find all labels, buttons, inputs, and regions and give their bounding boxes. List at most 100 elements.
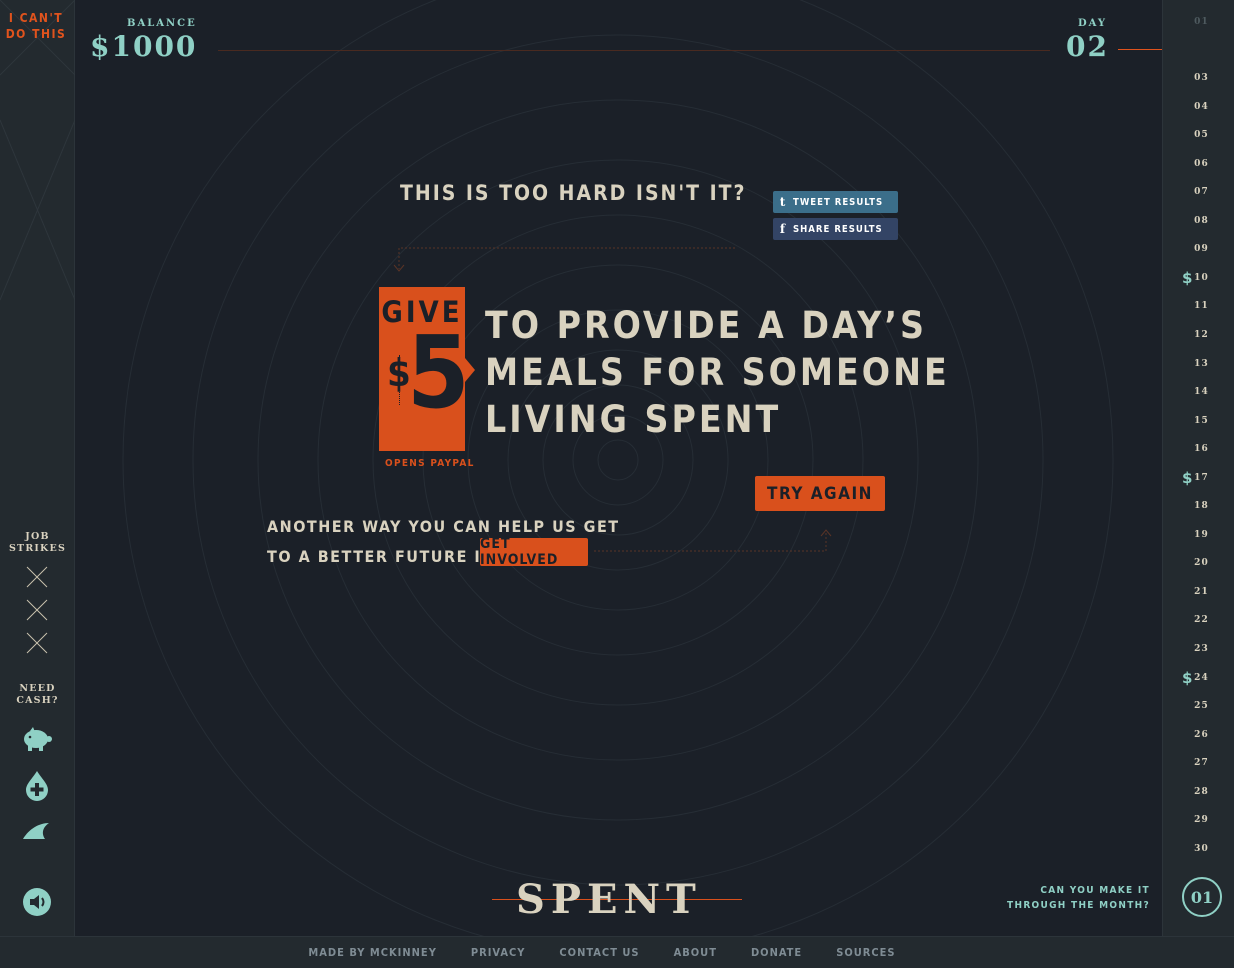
day-item-22: 22	[1163, 610, 1234, 630]
quit-button[interactable]: I CAN'T DO THIS	[0, 10, 72, 42]
day-number: 14	[1194, 387, 1209, 398]
footer-link-made-by[interactable]: MADE BY MCKINNEY	[308, 946, 436, 959]
day-number: 25	[1194, 701, 1209, 712]
day-item-05: 05	[1163, 125, 1234, 145]
day-item-01: 01	[1163, 12, 1234, 32]
connector-dotted-line-2	[594, 529, 832, 552]
day-number: 23	[1194, 644, 1209, 654]
day-number: 22	[1194, 615, 1209, 626]
day-item-07: 07	[1163, 182, 1234, 202]
day-number: 21	[1194, 586, 1209, 597]
can-you-line1: CAN YOU MAKE IT	[1040, 885, 1150, 896]
footer-link-donate[interactable]: DONATE	[751, 946, 802, 959]
day-number: 19	[1194, 529, 1209, 540]
day-number: 18	[1194, 501, 1209, 512]
give-donation-button[interactable]: GIVE $ 5	[379, 287, 470, 451]
shark-fin-icon[interactable]	[21, 815, 53, 847]
connector-dotted-line	[393, 247, 735, 272]
strike-x-icon	[26, 566, 48, 588]
day-item-09: 09	[1163, 239, 1234, 259]
job-strikes-label: JOB STRIKES	[0, 531, 75, 555]
day-number: 12	[1194, 329, 1209, 340]
speaker-icon[interactable]	[21, 886, 53, 918]
day-number: 04	[1194, 101, 1209, 112]
day-calendar-bar: 01 03 04 05 06 07 08 09 $10 11 12 13 14 15 16 $17 18 19 20…	[1162, 0, 1234, 936]
day-value: 02	[1066, 30, 1109, 63]
day-item-30: 30	[1163, 839, 1234, 859]
footer-link-privacy[interactable]: PRIVACY	[471, 946, 526, 959]
day-number: 20	[1194, 558, 1209, 569]
left-sidebar: I CAN'T DO THIS JOB STRIKES NEED CASH?	[0, 0, 75, 936]
payday-dollar-icon: $	[1182, 668, 1194, 687]
try-again-button[interactable]: TRY AGAIN	[755, 476, 885, 511]
get-involved-button[interactable]: GET INVOLVED	[480, 536, 588, 568]
day-item-23: 23	[1163, 639, 1234, 659]
balance-label: BALANCE	[127, 18, 197, 29]
tweet-results-label: TWEET RESULTS	[793, 196, 884, 208]
quit-label-line2: DO THIS	[5, 27, 67, 41]
month-badge: 01	[1182, 877, 1222, 917]
day-number: 27	[1194, 758, 1209, 769]
background-rings	[122, 0, 1114, 956]
day-item-24: $24	[1163, 668, 1234, 688]
day-item-15: 15	[1163, 411, 1234, 431]
day-item-06: 06	[1163, 154, 1234, 174]
payday-dollar-icon: $	[1182, 268, 1194, 287]
day-item-26: 26	[1163, 725, 1234, 745]
day-number: 24	[1194, 672, 1209, 683]
tweet-results-button[interactable]: t TWEET RESULTS	[773, 191, 898, 213]
quit-label-line1: I CAN'T	[8, 11, 64, 25]
day-item-14: 14	[1163, 382, 1234, 402]
day-item-12: 12	[1163, 325, 1234, 345]
need-cash-line1: NEED	[19, 683, 56, 694]
day-item-21: 21	[1163, 582, 1234, 602]
day-item-04: 04	[1163, 97, 1234, 117]
day-number: 26	[1194, 729, 1209, 740]
day-label: DAY	[1078, 18, 1108, 29]
day-number: 16	[1194, 444, 1209, 455]
facebook-icon: f	[779, 222, 787, 236]
day-item-08: 08	[1163, 211, 1234, 231]
job-strikes-line2: STRIKES	[8, 543, 67, 554]
pitch-line: MEALS FOR SOMEONE	[485, 351, 950, 394]
footer-link-sources[interactable]: SOURCES	[836, 946, 895, 959]
day-number: 30	[1194, 843, 1209, 854]
donation-pitch: TO PROVIDE A DAY’S MEALS FOR SOMEONE LIV…	[485, 302, 950, 443]
give-amount: 5	[407, 314, 470, 431]
strike-x-icon	[26, 632, 48, 654]
day-number: 07	[1194, 187, 1209, 198]
spent-logo: SPENT	[516, 876, 702, 923]
day-number: 06	[1194, 158, 1209, 169]
day-number: 15	[1194, 415, 1209, 426]
day-number: 03	[1194, 73, 1209, 83]
day-number: 10	[1194, 272, 1209, 283]
need-cash-label: NEED CASH?	[0, 683, 75, 707]
page-headline: THIS IS TOO HARD ISN'T IT?	[400, 181, 747, 205]
twitter-icon: t	[779, 195, 787, 209]
day-item-03: 03	[1163, 68, 1234, 88]
day-item-25: 25	[1163, 696, 1234, 716]
share-results-label: SHARE RESULTS	[793, 223, 883, 235]
day-item-17: $17	[1163, 468, 1234, 488]
day-item-13: 13	[1163, 354, 1234, 374]
footer-nav: MADE BY MCKINNEY PRIVACY CONTACT US ABOU…	[0, 936, 1234, 968]
sidebar-decoration	[0, 0, 75, 301]
footer-link-about[interactable]: ABOUT	[674, 946, 717, 959]
day-item-16: 16	[1163, 439, 1234, 459]
footer-link-contact[interactable]: CONTACT US	[559, 946, 639, 959]
day-item-20: 20	[1163, 553, 1234, 573]
blood-drop-plus-icon[interactable]	[21, 769, 53, 801]
day-item-27: 27	[1163, 753, 1234, 773]
pitch-line: TO PROVIDE A DAY’S	[485, 304, 927, 347]
header-divider	[218, 50, 1050, 51]
can-you-make-it-text: CAN YOU MAKE IT THROUGH THE MONTH?	[1007, 883, 1150, 913]
pitch-line: LIVING SPENT	[485, 398, 782, 441]
day-number: 13	[1194, 358, 1209, 369]
day-number: 05	[1194, 130, 1209, 141]
payday-dollar-icon: $	[1182, 468, 1194, 487]
share-results-button[interactable]: f SHARE RESULTS	[773, 218, 898, 240]
piggy-bank-icon[interactable]	[21, 723, 53, 755]
day-item-10: $10	[1163, 268, 1234, 288]
give-arrow-pointer	[465, 358, 475, 382]
day-item-18: 18	[1163, 496, 1234, 516]
